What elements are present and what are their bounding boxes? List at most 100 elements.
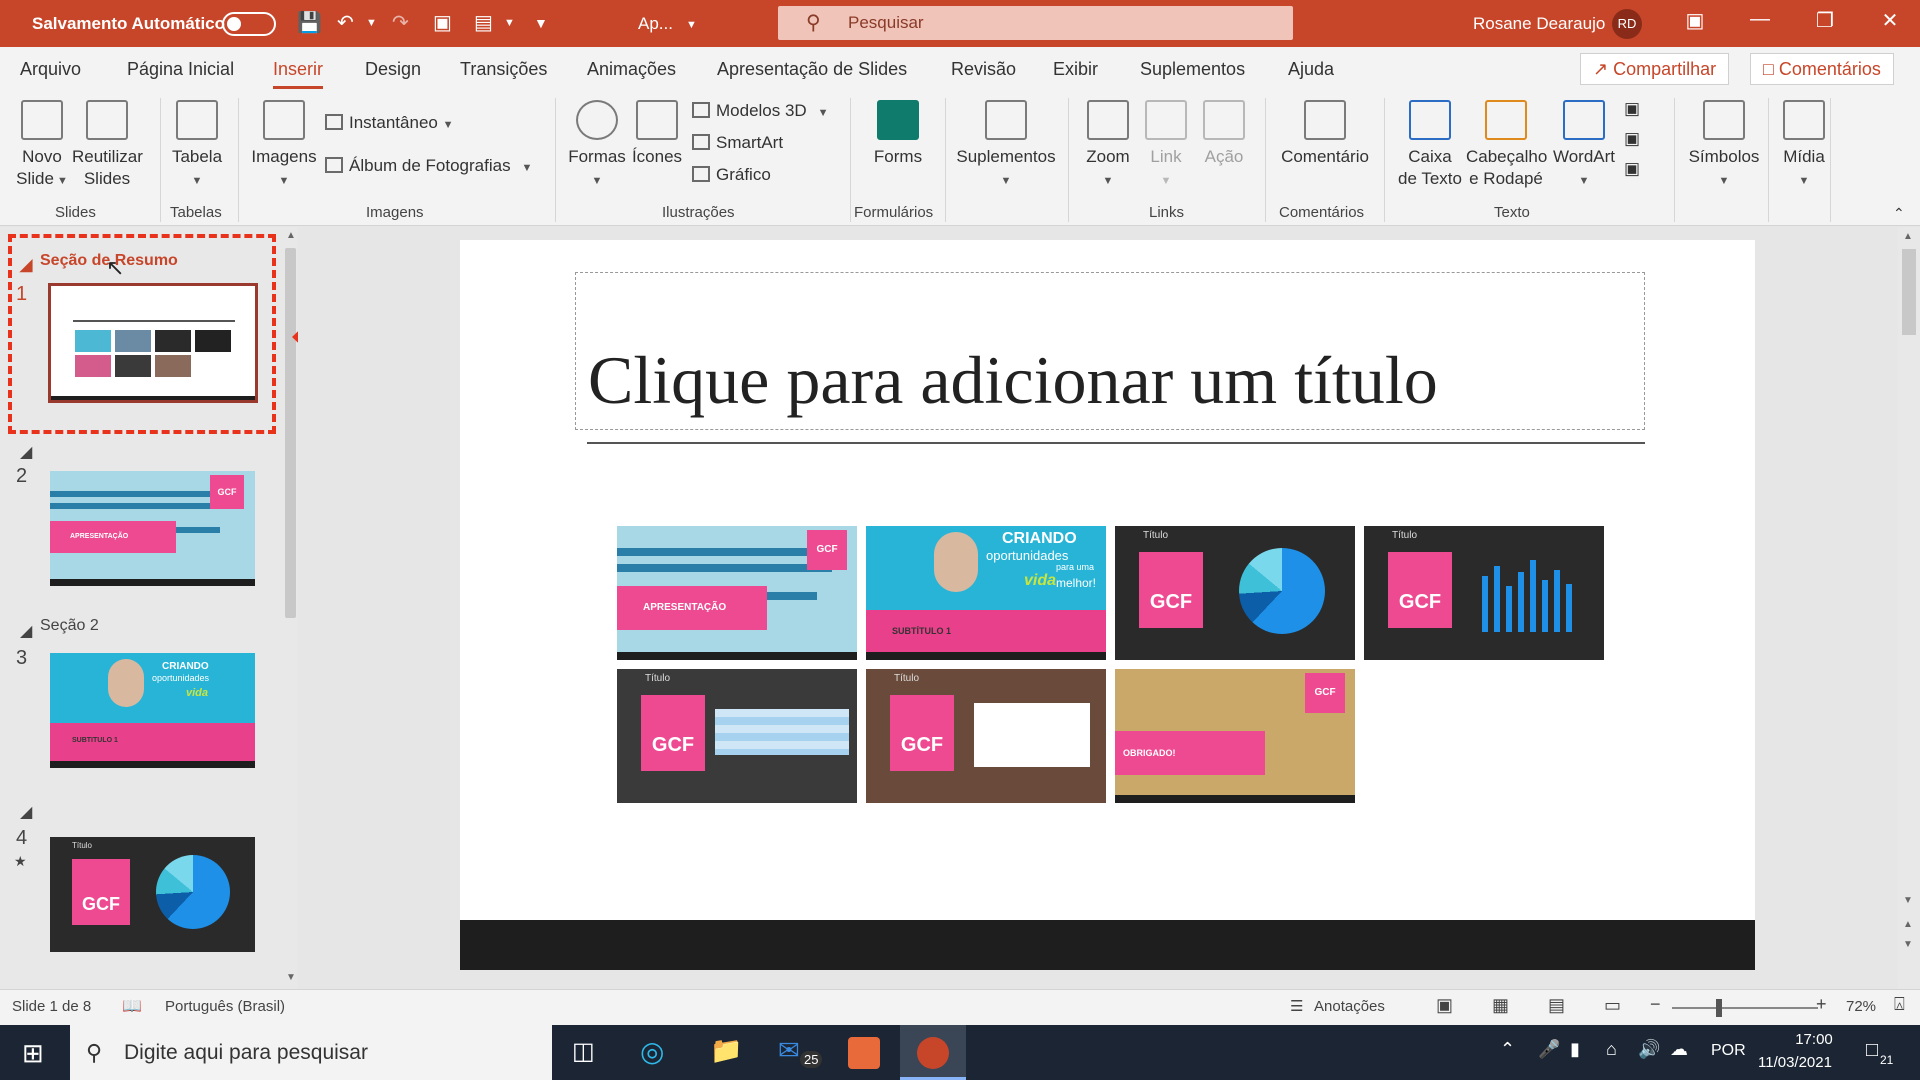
tab-design[interactable]: Design [365, 59, 421, 80]
undo-dropdown-icon[interactable]: ▼ [366, 10, 377, 36]
editor-scrollbar[interactable]: ▲ ▼ ▲ ▼ [1898, 227, 1920, 989]
slideshow-icon[interactable]: ▭ [1604, 995, 1621, 1016]
scroll-down-icon[interactable]: ▼ [1903, 895, 1913, 906]
summary-tile-3[interactable]: Título GCF [1115, 526, 1355, 660]
smartart-button[interactable]: SmartArt [692, 132, 783, 154]
zoom-slider-thumb[interactable] [1716, 999, 1722, 1017]
search-box[interactable]: ⚲ Pesquisar [778, 6, 1293, 40]
ribbon-display-icon[interactable]: ▣ [1680, 8, 1710, 33]
doc-title[interactable]: Ap... [638, 0, 673, 47]
task-view-icon[interactable]: ◫ [572, 1037, 595, 1066]
zoom-slider[interactable] [1672, 1007, 1818, 1009]
cabecalho-button[interactable]: Cabeçalho e Rodapé [1466, 100, 1547, 190]
clock-time[interactable]: 17:00 [1784, 1031, 1844, 1048]
album-button[interactable]: Álbum de Fotografias ▼ [325, 155, 532, 179]
app-icon[interactable] [848, 1037, 880, 1069]
microphone-icon[interactable]: 🎤 [1538, 1039, 1560, 1060]
zoom-out-icon[interactable]: − [1650, 994, 1661, 1015]
forms-button[interactable]: Forms [868, 100, 928, 168]
layout-dropdown-icon[interactable]: ▼ [504, 10, 515, 36]
clock-date[interactable]: 11/03/2021 [1758, 1054, 1832, 1071]
scroll-up-icon[interactable]: ▲ [1903, 231, 1913, 242]
summary-tile-5[interactable]: Título GCF [617, 669, 857, 803]
collapse-ribbon-icon[interactable]: ⌃ [1893, 202, 1905, 224]
grafico-button[interactable]: Gráfico [692, 164, 771, 186]
share-button[interactable]: ↗ Compartilhar [1580, 53, 1730, 85]
object-icon[interactable]: ▣ [1624, 158, 1640, 180]
tab-exibir[interactable]: Exibir [1053, 59, 1098, 80]
simbolos-button[interactable]: Símbolos ▼ [1682, 100, 1766, 192]
summary-tile-1[interactable]: GCF APRESENTAÇÃO [617, 526, 857, 660]
tabela-button[interactable]: Tabela ▼ [168, 100, 226, 192]
current-slide[interactable]: Clique para adicionar um título GCF APRE… [460, 240, 1755, 970]
notes-icon[interactable]: ☰ [1290, 997, 1303, 1015]
chevron-up-icon[interactable]: ⌃ [1500, 1039, 1515, 1060]
accessibility-icon[interactable]: 📖 [122, 996, 142, 1016]
suplementos-button[interactable]: Suplementos ▼ [955, 100, 1057, 192]
powerpoint-taskbar-button[interactable] [900, 1025, 966, 1080]
undo-icon[interactable]: ↶ [337, 10, 354, 36]
modelos3d-button[interactable]: Modelos 3D ▼ [692, 100, 828, 124]
novo-slide-button[interactable]: Novo Slide ▼ [14, 100, 70, 192]
midia-button[interactable]: Mídia ▼ [1772, 100, 1836, 192]
scroll-down-icon[interactable]: ▼ [286, 972, 296, 983]
doc-title-dropdown-icon[interactable]: ▼ [686, 12, 697, 38]
language-indicator[interactable]: POR [1711, 1042, 1746, 1060]
avatar[interactable]: RD [1612, 9, 1642, 39]
user-name[interactable]: Rosane Dearaujo [1473, 0, 1605, 47]
scroll-up-icon[interactable]: ▲ [286, 230, 296, 241]
summary-tile-4[interactable]: Título GCF [1364, 526, 1604, 660]
editor-scroll-thumb[interactable] [1902, 249, 1916, 335]
section-arrow-icon[interactable]: ◢ [20, 621, 32, 641]
summary-tile-2[interactable]: CRIANDO oportunidades para uma vida melh… [866, 526, 1106, 660]
zoom-button[interactable]: Zoom ▼ [1080, 100, 1136, 192]
notifications-icon[interactable]: □ [1866, 1039, 1878, 1062]
customize-qat-icon[interactable]: ▼ [534, 10, 548, 36]
mail-icon[interactable]: ✉ [778, 1035, 800, 1066]
tab-ajuda[interactable]: Ajuda [1288, 59, 1334, 80]
title-placeholder[interactable]: Clique para adicionar um título [575, 272, 1645, 430]
slide-sorter-icon[interactable]: ▦ [1492, 995, 1509, 1016]
windows-start-icon[interactable]: ⊞ [22, 1038, 44, 1069]
instantaneo-button[interactable]: Instantâneo ▼ [325, 112, 453, 136]
thumbnail-slide-4[interactable]: Título GCF [50, 837, 255, 952]
icones-button[interactable]: Ícones [630, 100, 684, 168]
section-arrow-icon[interactable]: ◢ [20, 802, 32, 822]
tab-arquivo[interactable]: Arquivo [20, 59, 81, 80]
battery-icon[interactable]: ▮ [1570, 1039, 1580, 1060]
edge-icon[interactable]: ◎ [640, 1035, 664, 1068]
autosave-toggle[interactable] [222, 12, 276, 36]
formas-button[interactable]: Formas ▼ [566, 100, 628, 192]
tab-revisao[interactable]: Revisão [951, 59, 1016, 80]
tab-apresentacao[interactable]: Apresentação de Slides [717, 59, 907, 80]
fit-to-window-icon[interactable]: ⍓ [1894, 994, 1905, 1015]
present-icon[interactable]: ▣ [433, 10, 452, 36]
section-2-label[interactable]: Seção 2 [40, 617, 99, 635]
next-slide-icon[interactable]: ▼ [1903, 939, 1913, 950]
tab-inserir[interactable]: Inserir [273, 59, 324, 89]
section-arrow-icon[interactable]: ◢ [20, 442, 32, 462]
save-icon[interactable]: 💾 [297, 10, 322, 36]
summary-tile-6[interactable]: Título GCF [866, 669, 1106, 803]
comments-button[interactable]: □ Comentários [1750, 53, 1894, 85]
wordart-button[interactable]: WordArt ▼ [1548, 100, 1620, 192]
thumbnail-slide-3[interactable]: CRIANDO oportunidades vida SUBTÍTULO 1 [50, 653, 255, 768]
layout-icon[interactable]: ▤ [474, 10, 493, 36]
cloud-icon[interactable]: ☁ [1670, 1039, 1688, 1060]
normal-view-icon[interactable]: ▣ [1436, 995, 1453, 1016]
notes-button[interactable]: Anotações [1314, 998, 1385, 1015]
taskbar-search[interactable]: ⚲ Digite aqui para pesquisar [70, 1025, 552, 1080]
tab-animacoes[interactable]: Animações [587, 59, 676, 80]
tab-pagina-inicial[interactable]: Página Inicial [127, 59, 234, 80]
wifi-icon[interactable]: ⌂ [1606, 1039, 1617, 1060]
imagens-button[interactable]: Imagens ▼ [250, 100, 318, 192]
volume-icon[interactable]: 🔊 [1638, 1039, 1660, 1060]
tab-suplementos[interactable]: Suplementos [1140, 59, 1245, 80]
file-explorer-icon[interactable]: 📁 [710, 1035, 742, 1066]
acao-button[interactable]: Ação [1198, 100, 1250, 168]
reutilizar-slides-button[interactable]: Reutilizar Slides [72, 100, 143, 190]
zoom-in-icon[interactable]: + [1816, 994, 1827, 1015]
tab-transicoes[interactable]: Transições [460, 59, 547, 80]
reading-view-icon[interactable]: ▤ [1548, 995, 1565, 1016]
redo-icon[interactable]: ↷ [392, 10, 409, 36]
